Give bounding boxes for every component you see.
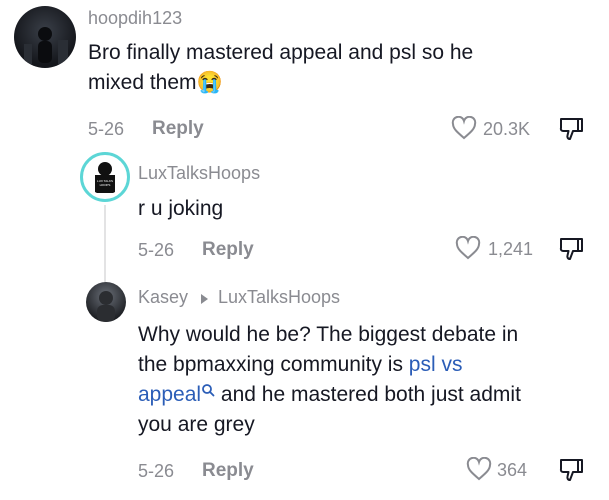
comment-date: 5-26 xyxy=(138,461,175,481)
search-link[interactable]: psl vs xyxy=(409,353,463,376)
dislike-icon xyxy=(559,238,583,260)
comment-text-fragment: mixed them xyxy=(88,71,197,94)
comment-username[interactable]: LuxTalksHoops xyxy=(138,163,260,184)
dislike-icon xyxy=(559,459,583,481)
loudly-crying-emoji: 😭 xyxy=(196,71,223,94)
comment-date: 5-26 xyxy=(138,240,175,260)
comment-text: Bro finally mastered appeal and psl so h… xyxy=(88,38,588,98)
comment-text-line: mixed them😭 xyxy=(88,68,588,98)
reply-header: Kasey LuxTalksHoops xyxy=(138,287,340,308)
comment-text-line: you are grey xyxy=(138,413,255,436)
reply-button[interactable]: Reply xyxy=(202,239,254,261)
like-count: 364 xyxy=(497,460,528,480)
comment-date: 5-26 xyxy=(88,119,125,139)
comment-username[interactable]: Kasey xyxy=(138,287,188,307)
reply-button[interactable]: Reply xyxy=(202,460,254,482)
avatar-kasey[interactable] xyxy=(86,282,126,322)
avatar-silhouette-icon xyxy=(97,291,115,322)
dislike-button[interactable] xyxy=(556,455,586,485)
heart-icon xyxy=(466,457,492,481)
search-icon[interactable] xyxy=(201,383,215,397)
search-link-continued[interactable]: appeal xyxy=(138,383,201,406)
comment-text: r u joking xyxy=(138,197,224,220)
heart-icon xyxy=(451,116,477,140)
like-count: 1,241 xyxy=(488,239,534,259)
comment-text-fragment: and he mastered both just admit xyxy=(215,383,521,406)
reply-to-username[interactable]: LuxTalksHoops xyxy=(218,287,340,307)
dislike-button[interactable] xyxy=(556,234,586,264)
reply-button[interactable]: Reply xyxy=(152,118,204,140)
comment-text-line: Why would he be? The biggest debate in xyxy=(138,323,519,346)
comment-text-line: Bro finally mastered appeal and psl so h… xyxy=(88,41,474,64)
avatar-silhouette-icon xyxy=(24,27,68,64)
avatar-luxtalkshoops[interactable]: LUX TALKS HOOPS xyxy=(80,152,130,202)
comment-text-fragment: the bpmaxxing community is xyxy=(138,353,409,376)
avatar-inner: LUX TALKS HOOPS xyxy=(87,159,123,195)
dislike-icon xyxy=(559,118,583,140)
caret-right-icon xyxy=(201,293,209,304)
like-button[interactable]: 20.3K xyxy=(451,114,541,144)
comment-username[interactable]: hoopdih123 xyxy=(88,8,182,29)
like-count: 20.3K xyxy=(483,119,531,139)
avatar-figure-icon xyxy=(95,162,115,193)
comment-text-line: the bpmaxxing community is psl vs xyxy=(138,350,598,380)
avatar-label: LUX TALKS HOOPS xyxy=(97,179,113,187)
dislike-button[interactable] xyxy=(556,114,586,144)
like-button[interactable]: 1,241 xyxy=(455,234,545,264)
heart-icon xyxy=(455,236,481,260)
comment-text-line: appeal and he mastered both just admit xyxy=(138,380,598,410)
comment-text: Why would he be? The biggest debate in t… xyxy=(138,320,598,440)
like-button[interactable]: 364 xyxy=(466,455,546,485)
avatar-hoopdih123[interactable] xyxy=(14,6,76,68)
thread-line xyxy=(104,205,106,285)
